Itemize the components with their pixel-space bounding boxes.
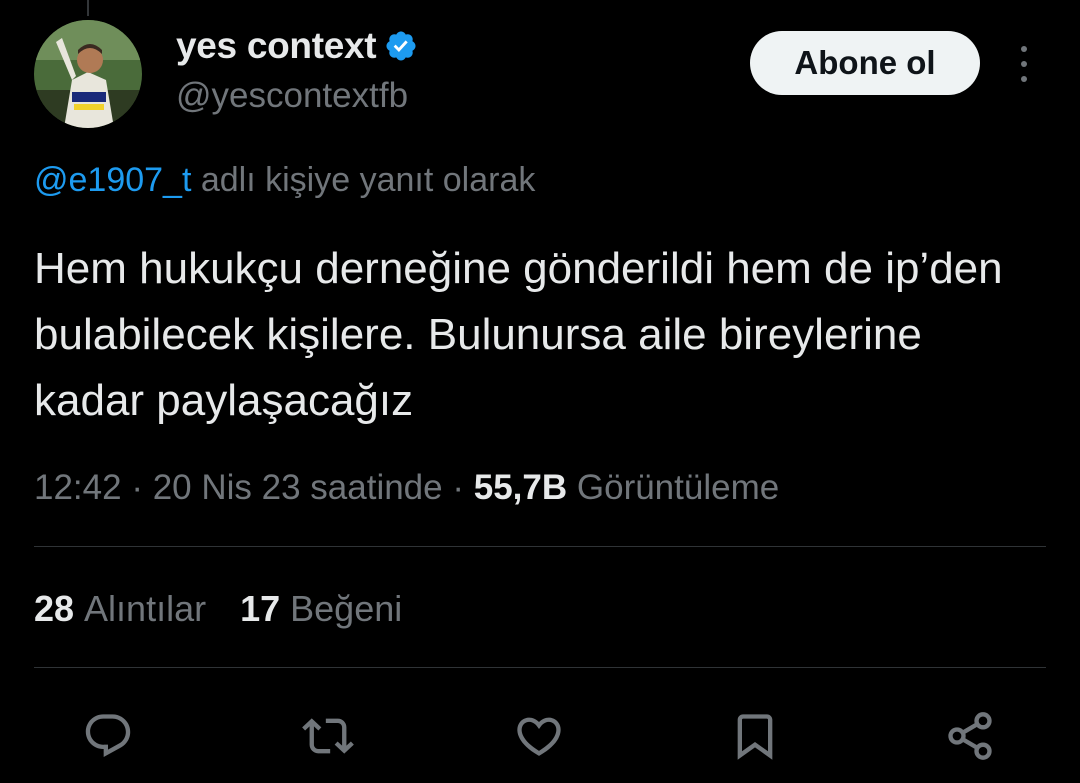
- author-display-name[interactable]: yes context: [176, 25, 377, 67]
- share-icon[interactable]: [940, 706, 1000, 766]
- like-icon[interactable]: [509, 706, 569, 766]
- likes-label: Beğeni: [290, 588, 403, 629]
- verified-badge-icon: [384, 29, 418, 63]
- divider: [34, 546, 1046, 547]
- views-label: Görüntüleme: [576, 468, 780, 507]
- divider: [34, 667, 1046, 668]
- likes-count: 17: [240, 588, 281, 629]
- quotes-label: Alıntılar: [84, 588, 207, 629]
- quotes-count: 28: [34, 588, 75, 629]
- more-vertical-icon[interactable]: [1010, 42, 1038, 86]
- tweet-time[interactable]: 12:42: [34, 468, 122, 507]
- retweet-icon[interactable]: [298, 706, 358, 766]
- reply-to-handle-link[interactable]: @e1907_t: [34, 161, 191, 199]
- tweet-meta: 12:42 · 20 Nis 23 saatinde · 55,7B Görün…: [34, 468, 779, 508]
- bookmark-icon[interactable]: [725, 706, 785, 766]
- tweet-stats: 28 Alıntılar 17 Beğeni: [34, 588, 402, 630]
- reply-context-label: adlı kişiye yanıt olarak: [191, 161, 536, 199]
- likes-stat[interactable]: 17 Beğeni: [240, 588, 402, 630]
- tweet-date[interactable]: 20 Nis 23 saatinde: [153, 468, 443, 507]
- views-count: 55,7B: [473, 468, 568, 507]
- action-bar: [0, 706, 1080, 766]
- meta-separator: ·: [442, 468, 474, 507]
- avatar[interactable]: [34, 20, 142, 128]
- thread-connector-line: [87, 0, 89, 16]
- author-handle[interactable]: @yescontextfb: [176, 76, 418, 116]
- follow-button[interactable]: Abone ol: [750, 31, 980, 95]
- quotes-stat[interactable]: 28 Alıntılar: [34, 588, 206, 630]
- tweet-text: Hem hukukçu derneğine gönderildi hem de …: [34, 244, 1003, 425]
- meta-separator: ·: [121, 468, 153, 507]
- reply-context: @e1907_t adlı kişiye yanıt olarak: [34, 161, 535, 200]
- reply-icon[interactable]: [78, 706, 138, 766]
